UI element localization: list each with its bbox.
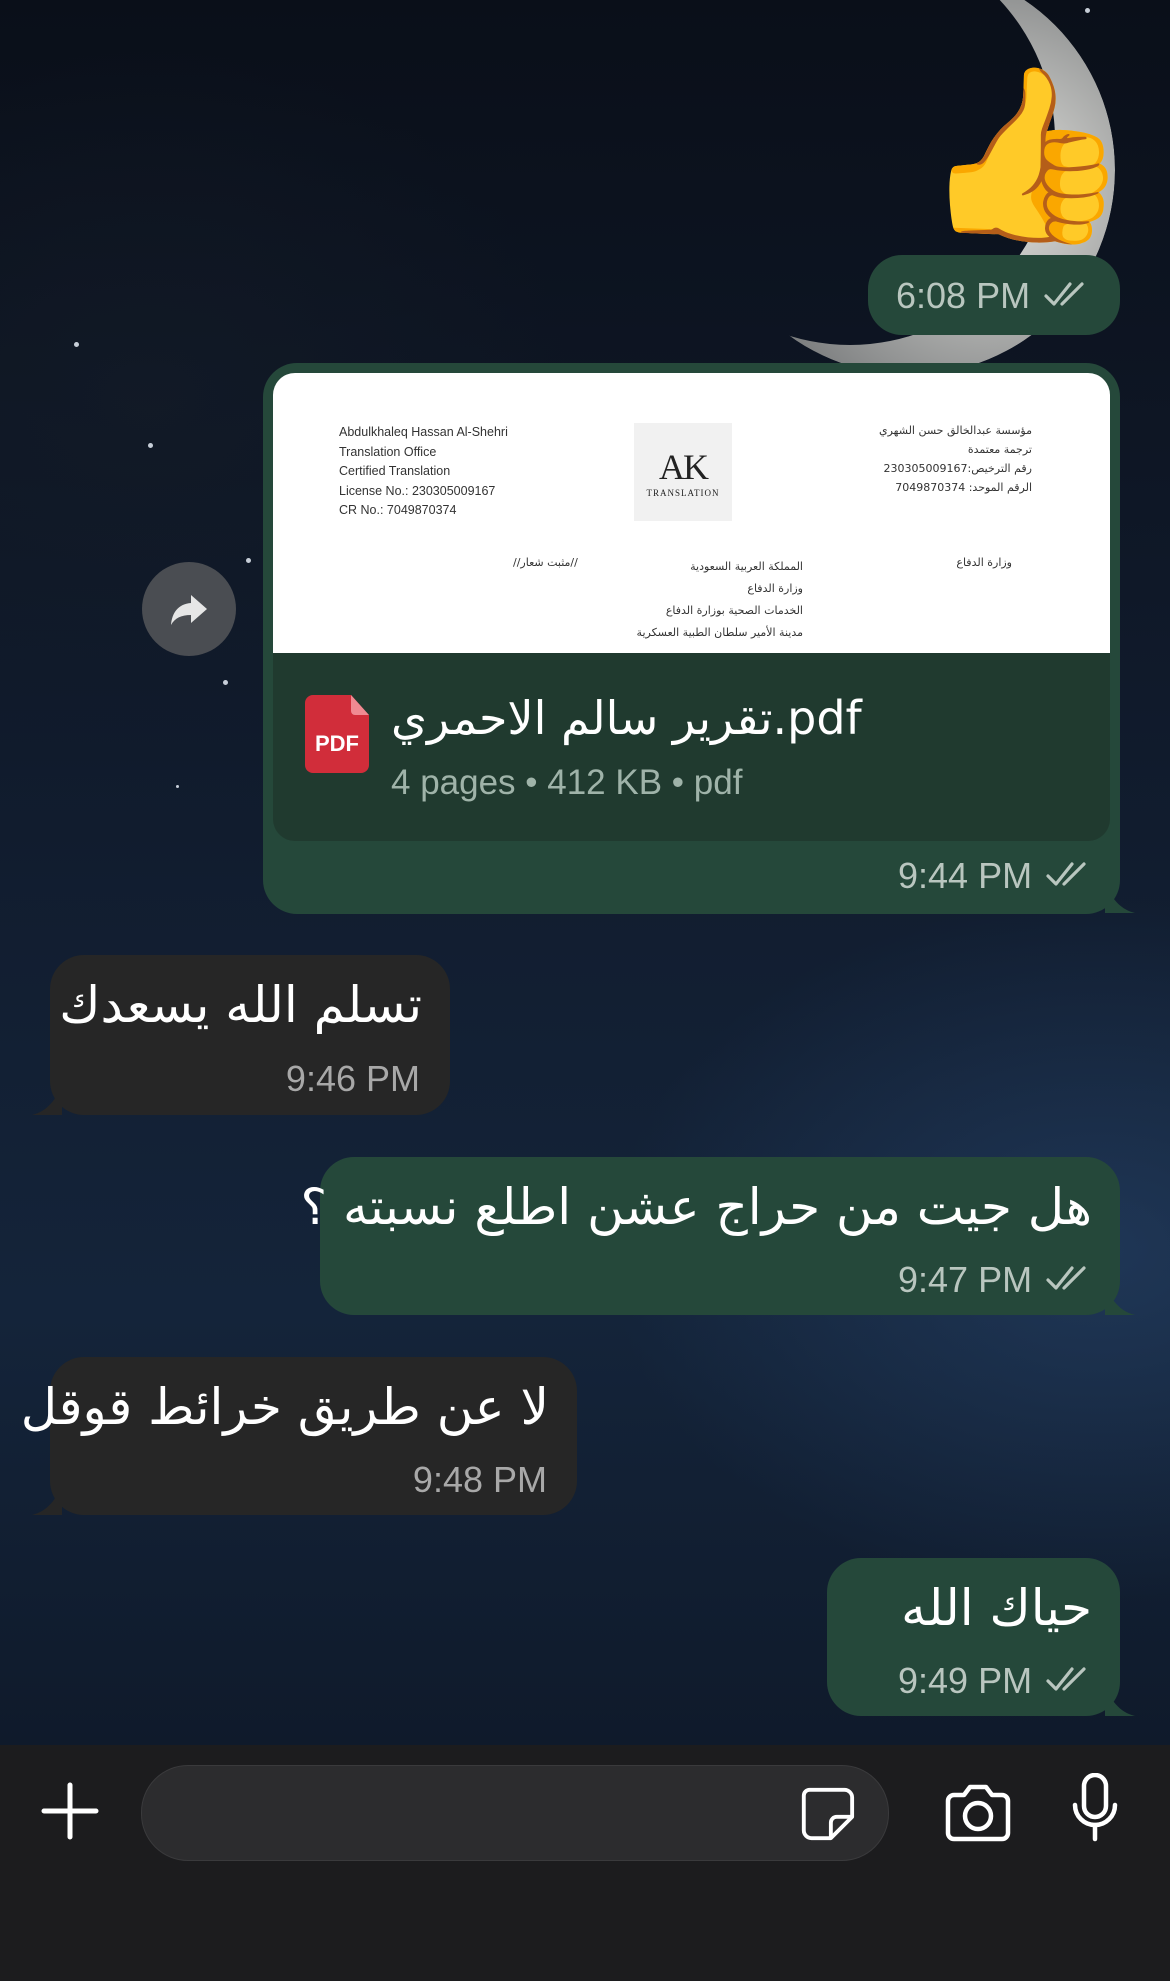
message-bubble[interactable]: تسلم الله يسعدك 9:46 PM [32,955,450,1115]
preview-letterhead-arabic: مؤسسة عبدالخالق حسن الشهري ترجمة معتمدة … [879,424,1032,494]
star [223,680,228,685]
message-time: 9:49 PM [898,1660,1033,1701]
bubble-tail [1105,1285,1135,1315]
microphone-icon[interactable] [1070,1773,1120,1843]
plus-icon[interactable] [40,1781,100,1841]
read-receipt-icon [1046,862,1086,886]
message-text: تسلم الله يسعدك [59,976,422,1034]
document-name: تقرير سالم الاحمري.pdf [391,691,862,745]
pdf-file-icon: PDF [305,695,369,773]
translation-logo: AK TRANSLATION [634,423,732,521]
message-time: 9:48 PM [412,1459,547,1500]
message-time: 9:46 PM [285,1058,420,1099]
message-bubble[interactable]: لا عن طريق خرائط قوقل 9:48 PM [21,1357,577,1515]
message-bubble[interactable]: 6:08 PM [868,255,1120,335]
camera-icon[interactable] [942,1783,1014,1843]
read-receipt-icon [1046,1266,1086,1290]
preview-header-arabic: المملكة العربية السعودية وزارة الدفاع ال… [636,560,803,639]
message-text: لا عن طريق خرائط قوقل [20,1378,549,1436]
star [246,558,251,563]
document-meta: 4 pages • 412 KB • pdf [391,763,743,802]
preview-ministry: وزارة الدفاع [956,556,1012,569]
bubble-tail [1105,883,1135,913]
message-bubble[interactable]: حياك الله 9:49 PM [827,1558,1135,1716]
message-composer [0,1745,1170,1981]
message-text: هل جيت من حراج عشن اطلع نسبته ؟ [300,1178,1092,1236]
read-receipt-icon [1044,282,1084,306]
message-time: 9:44 PM [898,855,1033,896]
document-card[interactable]: Abdulkhaleq Hassan Al-Shehri Translation… [273,373,1110,841]
forward-arrow-icon [171,595,207,625]
document-preview[interactable]: Abdulkhaleq Hassan Al-Shehri Translation… [273,373,1110,653]
forward-button[interactable] [142,562,236,656]
bubble-tail [32,1485,62,1515]
preview-note: //مثبت شعار// [513,556,578,569]
message-time: 6:08 PM [896,275,1031,316]
bubble-tail [32,1085,62,1115]
read-receipt-icon [1046,1667,1086,1691]
thumbs-up-emoji[interactable]: 👍 [920,55,1132,255]
star [74,342,79,347]
star [176,785,179,788]
sticker-icon[interactable] [798,1784,856,1842]
message-input[interactable] [141,1765,889,1861]
preview-letterhead-english: Abdulkhaleq Hassan Al-Shehri Translation… [339,425,508,517]
message-bubble[interactable]: هل جيت من حراج عشن اطلع نسبته ؟ 9:47 PM [301,1157,1135,1315]
message-time: 9:47 PM [898,1259,1033,1300]
bubble-tail [1105,1686,1135,1716]
star [148,443,153,448]
document-info[interactable]: PDF تقرير سالم الاحمري.pdf 4 pages • 412… [273,653,1110,841]
message-text: حياك الله [901,1579,1092,1637]
